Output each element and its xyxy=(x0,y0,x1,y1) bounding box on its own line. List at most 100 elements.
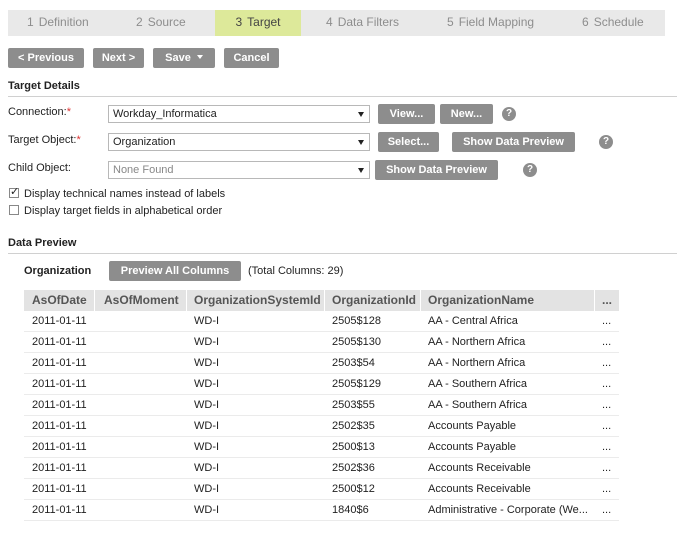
cell-as-of-date: 2011-01-11 xyxy=(32,357,87,369)
technical-names-checkbox[interactable] xyxy=(9,185,19,198)
cell-system-id: WD-I xyxy=(194,336,220,348)
cell-more: ... xyxy=(602,462,612,474)
child-object-select[interactable]: None Found xyxy=(108,161,370,179)
wizard-steps: 1 Definition 2 Source 3 Target 4 Data Filter… xyxy=(8,10,665,36)
cell-organization-id: 2503$54 xyxy=(332,357,375,369)
cell-more: ... xyxy=(602,441,612,453)
cell-more: ... xyxy=(602,336,612,348)
table-row: 2011-01-11 WD-I 2505$129 AA - Southern A… xyxy=(24,374,619,395)
divider xyxy=(8,96,677,97)
data-preview-title: Data Preview xyxy=(8,237,77,249)
required-marker: * xyxy=(76,134,81,146)
cell-as-of-date: 2011-01-11 xyxy=(32,315,87,327)
help-icon[interactable]: ? xyxy=(523,163,537,177)
column-header: OrganizationName xyxy=(428,293,535,307)
table-row: 2011-01-11 WD-I 2502$36 Accounts Receiva… xyxy=(24,458,619,479)
step-schedule[interactable]: 6 Schedule xyxy=(582,10,644,36)
cell-system-id: WD-I xyxy=(194,441,220,453)
table-row: 2011-01-11 WD-I 2503$54 AA - Northern Af… xyxy=(24,353,619,374)
cell-organization-id: 2502$36 xyxy=(332,462,375,474)
table-row: 2011-01-11 WD-I 1840$6 Administrative - … xyxy=(24,500,619,521)
cell-organization-id: 2502$35 xyxy=(332,420,375,432)
save-button[interactable]: Save xyxy=(153,48,215,68)
cell-more: ... xyxy=(602,378,612,390)
child-show-data-preview-button[interactable]: Show Data Preview xyxy=(375,160,498,180)
chevron-down-icon xyxy=(196,55,203,59)
cell-organization-name: AA - Southern Africa xyxy=(428,399,528,411)
new-connection-button[interactable]: New... xyxy=(440,104,493,124)
cell-more: ... xyxy=(602,483,612,495)
connection-label: Connection:* xyxy=(8,106,71,118)
table-row: 2011-01-11 WD-I 2502$35 Accounts Payable… xyxy=(24,416,619,437)
step-field-mapping[interactable]: 5 Field Mapping xyxy=(447,10,534,36)
column-divider xyxy=(324,290,325,311)
alphabetical-order-label: Display target fields in alphabetical or… xyxy=(24,205,223,217)
alphabetical-order-checkbox[interactable] xyxy=(9,205,19,215)
cell-organization-name: Accounts Receivable xyxy=(428,483,531,495)
step-source[interactable]: 2 Source xyxy=(136,10,186,36)
cell-organization-id: 2503$55 xyxy=(332,399,375,411)
cell-more: ... xyxy=(602,504,612,516)
cell-as-of-date: 2011-01-11 xyxy=(32,483,87,495)
show-data-preview-button[interactable]: Show Data Preview xyxy=(452,132,575,152)
target-object-label: Target Object:* xyxy=(8,134,81,146)
cell-as-of-date: 2011-01-11 xyxy=(32,399,87,411)
step-definition[interactable]: 1 Definition xyxy=(27,10,89,36)
cell-system-id: WD-I xyxy=(194,378,220,390)
cell-as-of-date: 2011-01-11 xyxy=(32,462,87,474)
cell-more: ... xyxy=(602,420,612,432)
cell-organization-id: 2505$128 xyxy=(332,315,381,327)
target-details-title: Target Details xyxy=(8,80,80,92)
cancel-button[interactable]: Cancel xyxy=(224,48,279,68)
target-object-select[interactable]: Organization xyxy=(108,133,370,151)
column-divider xyxy=(94,290,95,311)
table-header: AsOfDate AsOfMoment OrganizationSystemId… xyxy=(24,290,619,311)
table-row: 2011-01-11 WD-I 2503$55 AA - Southern Af… xyxy=(24,395,619,416)
cell-more: ... xyxy=(602,315,612,327)
step-data-filters[interactable]: 4 Data Filters xyxy=(326,10,399,36)
help-icon[interactable]: ? xyxy=(502,107,516,121)
total-columns-text: (Total Columns: 29) xyxy=(248,265,344,277)
next-button[interactable]: Next > xyxy=(93,48,144,68)
previous-button[interactable]: < Previous xyxy=(8,48,84,68)
column-header: AsOfMoment xyxy=(104,293,179,307)
cell-organization-name: Administrative - Corporate (We... xyxy=(428,504,588,516)
column-header: OrganizationId xyxy=(332,293,416,307)
step-target[interactable]: 3 Target xyxy=(215,10,301,36)
view-connection-button[interactable]: View... xyxy=(378,104,435,124)
select-target-object-button[interactable]: Select... xyxy=(378,132,439,152)
table-row: 2011-01-11 WD-I 2505$128 AA - Central Af… xyxy=(24,311,619,332)
preview-object-name: Organization xyxy=(24,265,92,277)
dropdown-arrow-icon xyxy=(358,112,364,117)
cell-more: ... xyxy=(602,357,612,369)
cell-organization-id: 2500$13 xyxy=(332,441,375,453)
table-row: 2011-01-11 WD-I 2500$12 Accounts Receiva… xyxy=(24,479,619,500)
table-row: 2011-01-11 WD-I 2505$130 AA - Northern A… xyxy=(24,332,619,353)
cell-organization-name: Accounts Receivable xyxy=(428,462,531,474)
cell-organization-name: AA - Central Africa xyxy=(428,315,518,327)
cell-organization-id: 1840$6 xyxy=(332,504,369,516)
cell-organization-name: Accounts Payable xyxy=(428,441,517,453)
help-icon[interactable]: ? xyxy=(599,135,613,149)
cell-system-id: WD-I xyxy=(194,504,220,516)
dropdown-arrow-icon xyxy=(358,140,364,145)
column-header: ... xyxy=(602,293,613,307)
child-object-label: Child Object: xyxy=(8,162,71,174)
column-header: AsOfDate xyxy=(32,293,87,307)
cell-organization-id: 2505$130 xyxy=(332,336,381,348)
table-row: 2011-01-11 WD-I 2500$13 Accounts Payable… xyxy=(24,437,619,458)
cell-as-of-date: 2011-01-11 xyxy=(32,504,87,516)
column-header: OrganizationSystemId xyxy=(194,293,321,307)
preview-all-columns-button[interactable]: Preview All Columns xyxy=(109,261,241,281)
cell-as-of-date: 2011-01-11 xyxy=(32,378,87,390)
cell-organization-name: Accounts Payable xyxy=(428,420,517,432)
cell-system-id: WD-I xyxy=(194,399,220,411)
cell-more: ... xyxy=(602,399,612,411)
save-label: Save xyxy=(165,52,191,64)
connection-select[interactable]: Workday_Informatica xyxy=(108,105,370,123)
cell-organization-name: AA - Northern Africa xyxy=(428,336,526,348)
cell-system-id: WD-I xyxy=(194,483,220,495)
cell-system-id: WD-I xyxy=(194,357,220,369)
cell-organization-name: AA - Northern Africa xyxy=(428,357,526,369)
cell-as-of-date: 2011-01-11 xyxy=(32,441,87,453)
